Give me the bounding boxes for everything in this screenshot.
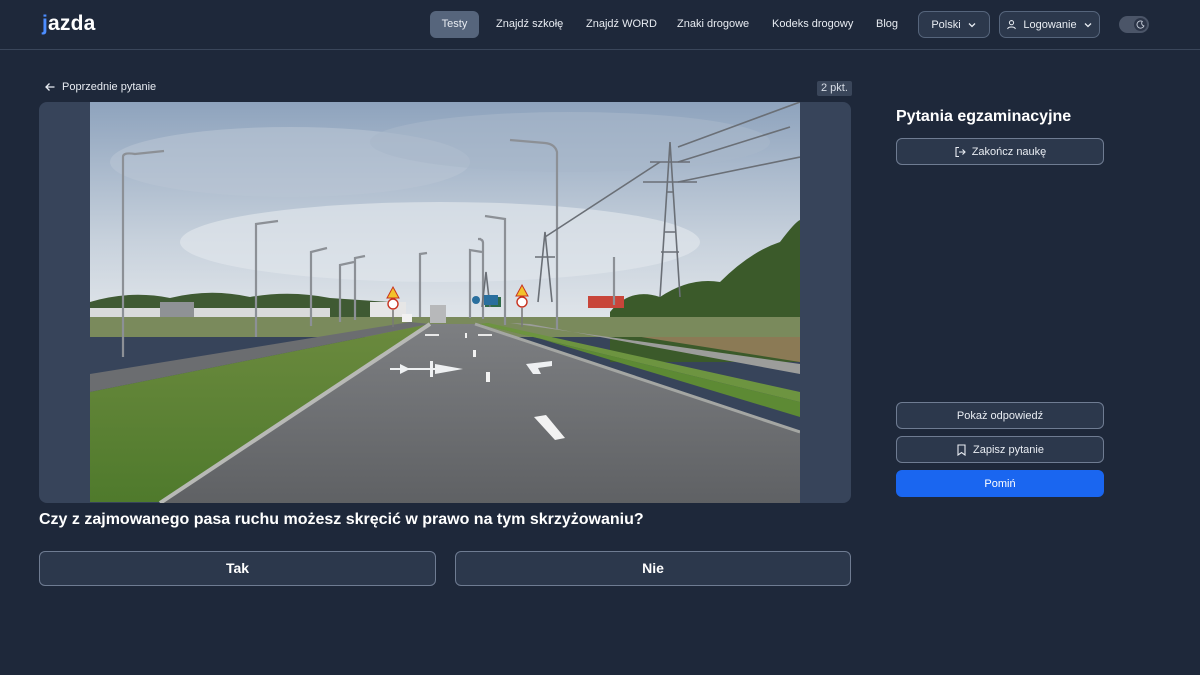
points-badge: 2 pkt.	[817, 81, 852, 96]
chevron-down-icon	[1083, 20, 1093, 30]
skip-button[interactable]: Pomiń	[896, 470, 1104, 497]
user-icon	[1006, 19, 1017, 30]
nav-item-znajdz-szkole[interactable]: Znajdź szkołę	[496, 11, 563, 38]
save-question-label: Zapisz pytanie	[973, 443, 1044, 456]
logo-text: jazda	[42, 12, 96, 35]
logo[interactable]: jazda	[42, 12, 96, 36]
login-label: Logowanie	[1023, 18, 1077, 31]
logout-icon	[954, 146, 966, 158]
panel-title: Pytania egzaminacyjne	[896, 108, 1072, 125]
moon-icon	[1134, 18, 1147, 31]
nav-item-znajdz-word[interactable]: Znajdź WORD	[586, 11, 657, 38]
answer-yes-button[interactable]: Tak	[39, 551, 436, 586]
nav-item-kodeks-drogowy[interactable]: Kodeks drogowy	[772, 11, 853, 38]
language-label: Polski	[931, 18, 961, 31]
question-image	[90, 102, 800, 503]
answer-no-button[interactable]: Nie	[455, 551, 851, 586]
top-header: jazda Testy Znajdź szkołę Znajdź WORD Zn…	[0, 0, 1200, 50]
finish-learning-button[interactable]: Zakończ naukę	[896, 138, 1104, 165]
show-answer-button[interactable]: Pokaż odpowiedź	[896, 402, 1104, 429]
finish-learning-label: Zakończ naukę	[971, 145, 1047, 158]
skip-label: Pomiń	[984, 477, 1016, 490]
question-text: Czy z zajmowanego pasa ruchu możesz skrę…	[39, 511, 644, 528]
language-select[interactable]: Polski	[918, 11, 990, 38]
nav-item-znaki-drogowe[interactable]: Znaki drogowe	[677, 11, 749, 38]
nav-item-testy[interactable]: Testy	[430, 11, 479, 38]
nav-item-blog[interactable]: Blog	[876, 11, 898, 38]
save-question-button[interactable]: Zapisz pytanie	[896, 436, 1104, 463]
previous-question-label: Poprzednie pytanie	[62, 81, 157, 93]
show-answer-label: Pokaż odpowiedź	[956, 409, 1044, 422]
login-button[interactable]: Logowanie	[999, 11, 1100, 38]
previous-question-link[interactable]: Poprzednie pytanie	[44, 81, 156, 93]
theme-toggle[interactable]	[1119, 16, 1149, 33]
arrow-left-icon	[44, 81, 56, 93]
question-media-frame	[39, 102, 851, 503]
chevron-down-icon	[967, 20, 977, 30]
bookmark-icon	[956, 443, 967, 456]
